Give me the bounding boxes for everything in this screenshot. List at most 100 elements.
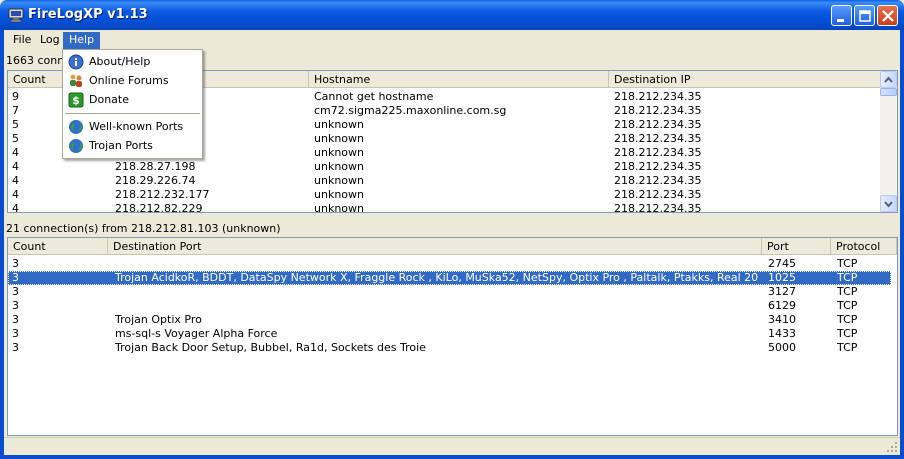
maximize-icon — [859, 10, 871, 22]
menu-log[interactable]: Log — [34, 32, 66, 49]
menu-help[interactable]: Help — [63, 32, 101, 49]
cell-hostname: unknown — [314, 146, 364, 159]
cell-destination-ip: 218.212.234.35 — [614, 160, 702, 173]
maximize-button[interactable] — [854, 5, 875, 26]
column-destination-port[interactable]: Destination Port — [108, 238, 762, 255]
menu-item-label: Well-known Ports — [89, 120, 184, 133]
cell-source: 218.29.226.74 — [115, 174, 196, 187]
column-hostname[interactable]: Hostname — [309, 71, 609, 88]
menu-item-label: Trojan Ports — [89, 139, 153, 152]
close-button[interactable] — [877, 5, 898, 26]
table-row[interactable]: 3 Trojan Optix Pro 3410 TCP — [8, 313, 897, 327]
cell-count: 7 — [12, 104, 19, 117]
menu-file[interactable]: File — [7, 32, 37, 49]
cell-count: 4 — [12, 160, 19, 173]
help-menu-dropdown: About/Help Online Forums $ Donate Well-k… — [62, 49, 203, 159]
window-title: FireLogXP v1.13 — [28, 7, 148, 22]
cell-protocol: TCP — [837, 327, 858, 340]
cell-count: 3 — [12, 341, 19, 354]
table-row[interactable]: 3 6129 TCP — [8, 299, 897, 313]
ports-list[interactable]: Count Destination Port Port Protocol 3 2… — [7, 237, 898, 436]
scroll-up-button[interactable] — [880, 71, 897, 88]
title-bar[interactable]: FireLogXP v1.13 — [0, 0, 904, 30]
cell-source: 218.212.82.229 — [115, 202, 203, 213]
cell-hostname: unknown — [314, 202, 364, 213]
cell-destination-ip: 218.212.234.35 — [614, 146, 702, 159]
list-header: Count Destination Port Port Protocol — [8, 238, 897, 255]
cell-description: Trojan Back Door Setup, Bubbel, Ra1d, So… — [115, 341, 426, 354]
cell-port: 1433 — [768, 327, 796, 340]
cell-destination-ip: 218.212.234.35 — [614, 202, 702, 213]
close-icon — [882, 10, 894, 22]
cell-hostname: unknown — [314, 132, 364, 145]
cell-destination-ip: 218.212.234.35 — [614, 174, 702, 187]
resize-grip-icon[interactable] — [886, 441, 898, 453]
cell-source: 218.212.232.177 — [115, 188, 210, 201]
cell-destination-ip: 218.212.234.35 — [614, 132, 702, 145]
cell-count: 3 — [12, 313, 19, 326]
cell-count: 3 — [12, 327, 19, 340]
scroll-thumb[interactable] — [880, 88, 897, 96]
cell-hostname: cm72.sigma225.maxonline.com.sg — [314, 104, 507, 117]
cell-port: 3410 — [768, 313, 796, 326]
table-row[interactable]: 3 3127 TCP — [8, 285, 897, 299]
cell-source: 218.28.27.198 — [115, 160, 196, 173]
cell-count: 5 — [12, 132, 19, 145]
cell-destination-ip: 218.212.234.35 — [614, 104, 702, 117]
cell-hostname: unknown — [314, 160, 364, 173]
table-row[interactable]: 3 2745 TCP — [8, 257, 897, 271]
globe-icon — [69, 120, 83, 134]
menu-item-online-forums[interactable]: Online Forums — [65, 71, 200, 90]
selected-connection-summary: 21 connection(s) from 218.212.81.103 (un… — [6, 222, 281, 235]
cell-count: 3 — [12, 299, 19, 312]
cell-protocol: TCP — [837, 285, 858, 298]
minimize-button[interactable] — [831, 5, 852, 26]
menu-item-label: Online Forums — [89, 74, 169, 87]
cell-count: 3 — [12, 271, 19, 284]
cell-port: 6129 — [768, 299, 796, 312]
cell-count: 4 — [12, 188, 19, 201]
cell-count: 9 — [12, 90, 19, 103]
cell-count: 4 — [12, 146, 19, 159]
cell-port: 5000 — [768, 341, 796, 354]
window-frame-right — [900, 30, 904, 459]
cell-destination-ip: 218.212.234.35 — [614, 90, 702, 103]
cell-protocol: TCP — [837, 257, 858, 270]
cell-protocol: TCP — [837, 271, 858, 284]
window-frame-bottom — [0, 455, 904, 459]
info-icon — [68, 54, 84, 70]
table-row[interactable]: 4 218.29.226.74 unknown 218.212.234.35 — [8, 174, 897, 188]
table-row[interactable]: 4 218.212.82.229 unknown 218.212.234.35 — [8, 202, 897, 213]
menu-item-label: About/Help — [89, 55, 151, 68]
column-destination-ip[interactable]: Destination IP — [609, 71, 881, 88]
menu-bar: File Log Help — [4, 30, 900, 49]
column-count[interactable]: Count — [8, 238, 108, 255]
column-port[interactable]: Port — [762, 238, 831, 255]
vertical-scrollbar[interactable] — [880, 71, 897, 212]
table-row[interactable]: 3 ms-sql-s Voyager Alpha Force 1433 TCP — [8, 327, 897, 341]
table-row[interactable]: 4 218.212.232.177 unknown 218.212.234.35 — [8, 188, 897, 202]
dollar-icon: $ — [68, 92, 84, 108]
cell-count: 4 — [12, 174, 19, 187]
cell-hostname: unknown — [314, 174, 364, 187]
svg-text:$: $ — [72, 94, 80, 107]
cell-protocol: TCP — [837, 313, 858, 326]
cell-count: 5 — [12, 118, 19, 131]
scroll-down-button[interactable] — [880, 195, 897, 212]
table-row[interactable]: 3 Trojan Back Door Setup, Bubbel, Ra1d, … — [8, 341, 897, 355]
table-row[interactable]: 4 218.28.27.198 unknown 218.212.234.35 — [8, 160, 897, 174]
cell-port: 2745 — [768, 257, 796, 270]
menu-item-well-known-ports[interactable]: Well-known Ports — [65, 117, 200, 136]
menu-item-donate[interactable]: $ Donate — [65, 90, 200, 109]
cell-hostname: unknown — [314, 188, 364, 201]
column-protocol[interactable]: Protocol — [831, 238, 897, 255]
chevron-up-icon — [884, 76, 893, 83]
menu-item-about-help[interactable]: About/Help — [65, 52, 200, 71]
menu-item-trojan-ports[interactable]: Trojan Ports — [65, 136, 200, 155]
cell-hostname: unknown — [314, 118, 364, 131]
globe-icon — [69, 139, 83, 153]
window-frame-left — [0, 30, 4, 459]
table-row-selected[interactable]: 3 Trojan AcidkoR, BDDT, DataSpy Network … — [8, 271, 891, 285]
cell-count: 3 — [12, 257, 19, 270]
cell-count: 4 — [12, 202, 19, 213]
